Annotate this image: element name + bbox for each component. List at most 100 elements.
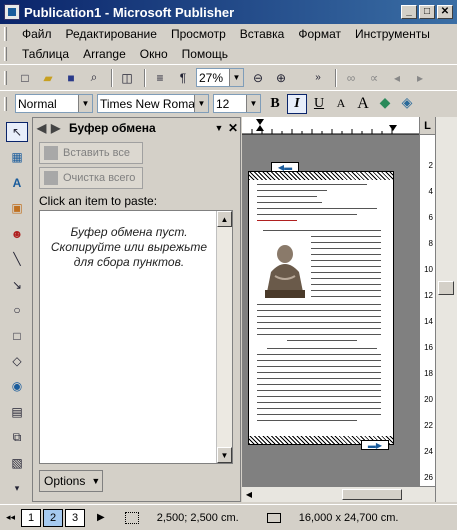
- scroll-thumb[interactable]: [342, 489, 402, 500]
- next-frame-icon[interactable]: ▸: [410, 68, 430, 88]
- zoom-out-icon[interactable]: ⊖: [248, 68, 268, 88]
- scroll-up-icon[interactable]: ▲: [217, 211, 232, 227]
- menu-file[interactable]: Файл: [15, 27, 59, 41]
- form-control-icon[interactable]: ▤: [6, 402, 28, 421]
- chevron-down-icon[interactable]: ▼: [229, 69, 243, 86]
- table-icon[interactable]: ▦: [6, 148, 28, 167]
- back-arrow-icon[interactable]: ◀: [37, 121, 51, 135]
- close-button[interactable]: ✕: [437, 5, 453, 19]
- link-icon[interactable]: ∞: [341, 68, 361, 88]
- position-icon: [124, 511, 139, 524]
- tab-stop-selector[interactable]: L: [419, 117, 435, 135]
- chevron-down-icon[interactable]: ▼: [194, 95, 208, 112]
- menu-insert[interactable]: Вставка: [233, 27, 292, 41]
- ruler-number: 24: [424, 447, 433, 456]
- page-text-block[interactable]: [257, 184, 382, 432]
- save-icon[interactable]: ■: [61, 68, 81, 88]
- menu-tools[interactable]: Инструменты: [348, 27, 437, 41]
- pilcrow-icon[interactable]: ¶: [173, 68, 193, 88]
- window-title: Publication1 - Microsoft Publisher: [24, 4, 235, 20]
- new-document-icon[interactable]: □: [15, 68, 35, 88]
- buddha-statue-image[interactable]: [261, 242, 309, 302]
- page-tab-1[interactable]: 1: [21, 508, 42, 527]
- zoom-combo[interactable]: 27% ▼: [196, 68, 244, 87]
- publication-page[interactable]: ◀▬ ▬▶: [248, 162, 394, 450]
- toolbar-grip[interactable]: [4, 96, 7, 111]
- toolbar-grip[interactable]: [4, 47, 7, 61]
- grow-font-icon[interactable]: A: [353, 94, 373, 114]
- html-fragment-icon[interactable]: ⧉: [6, 428, 28, 447]
- horizontal-ruler[interactable]: [242, 117, 435, 135]
- open-folder-icon[interactable]: ▰: [38, 68, 58, 88]
- ruler-number: 12: [424, 291, 433, 300]
- menu-view[interactable]: Просмотр: [164, 27, 233, 41]
- unlink-icon[interactable]: ∝: [364, 68, 384, 88]
- autoshapes-icon[interactable]: ◇: [6, 351, 28, 370]
- scroll-down-icon[interactable]: ▼: [217, 447, 232, 463]
- clear-all-button[interactable]: Очистка всего: [39, 167, 143, 189]
- toolbar-grip[interactable]: [4, 27, 7, 41]
- next-page-icon[interactable]: ▶: [97, 512, 105, 523]
- oval-icon[interactable]: ○: [6, 300, 28, 319]
- options-button[interactable]: Options ▼: [39, 470, 103, 492]
- toolbar-grip[interactable]: [4, 70, 7, 85]
- design-gallery-icon[interactable]: ▧: [6, 453, 28, 472]
- chevron-down-icon[interactable]: ▼: [78, 95, 92, 112]
- line-color-icon[interactable]: ◈: [397, 94, 417, 114]
- forward-arrow-icon[interactable]: ▶: [51, 121, 65, 135]
- bold-button[interactable]: B: [265, 94, 285, 114]
- italic-button[interactable]: I: [287, 93, 307, 114]
- next-page-arrow-icon[interactable]: ▬▶: [361, 440, 389, 450]
- list-scrollbar[interactable]: ▲ ▼: [216, 211, 232, 463]
- wordart-icon[interactable]: A: [6, 173, 28, 192]
- arrow-icon[interactable]: ↘: [6, 275, 28, 294]
- rectangle-icon[interactable]: □: [6, 326, 28, 345]
- menu-arrange[interactable]: Arrange: [76, 47, 133, 61]
- toolbar-overflow-icon[interactable]: ▾: [6, 479, 28, 498]
- vertical-ruler[interactable]: 2 4 6 8 10 12 14 16 18 20 22 24 26: [419, 135, 435, 502]
- columns-icon[interactable]: ≡: [150, 68, 170, 88]
- toolbar-overflow-icon[interactable]: »: [308, 68, 328, 88]
- ruler-number: 22: [424, 421, 433, 430]
- line-icon[interactable]: ╲: [6, 249, 28, 268]
- menu-format[interactable]: Формат: [291, 27, 348, 41]
- page-tab-3[interactable]: 3: [65, 508, 86, 527]
- main-vertical-scrollbar[interactable]: [435, 117, 457, 502]
- previous-frame-icon[interactable]: ◂: [387, 68, 407, 88]
- zoom-in-icon[interactable]: ⊕: [271, 68, 291, 88]
- publisher-app-icon[interactable]: [4, 4, 20, 20]
- chevron-down-icon[interactable]: ▼: [212, 123, 226, 133]
- main-horizontal-scrollbar[interactable]: ◀: [242, 486, 435, 502]
- print-preview-icon[interactable]: ◫: [117, 68, 137, 88]
- scroll-left-icon[interactable]: ◀: [242, 487, 256, 501]
- menu-table[interactable]: Таблица: [15, 47, 76, 61]
- chevron-down-icon[interactable]: ▼: [246, 95, 260, 112]
- scroll-thumb[interactable]: [438, 281, 454, 295]
- fill-color-icon[interactable]: ◆: [375, 94, 395, 114]
- page-tab-2[interactable]: 2: [43, 508, 64, 527]
- publication-canvas[interactable]: L 2 4 6 8 10 12 14 16 18 20 22 24 26 ◀▬: [242, 117, 435, 502]
- menu-bar: Файл Редактирование Просмотр Вставка Фор…: [0, 24, 457, 64]
- menu-edit[interactable]: Редактирование: [59, 27, 164, 41]
- close-icon[interactable]: ✕: [226, 121, 240, 135]
- style-combo[interactable]: Normal ▼: [15, 94, 93, 113]
- font-combo[interactable]: Times New Roman ▼: [97, 94, 209, 113]
- clipboard-items-list[interactable]: Буфер обмена пуст. Скопируйте или вырежь…: [39, 210, 233, 464]
- clip-art-icon[interactable]: ☻: [6, 224, 28, 243]
- shrink-font-icon[interactable]: A: [331, 94, 351, 114]
- paste-all-button[interactable]: Вставить все: [39, 142, 143, 164]
- picture-icon[interactable]: ▣: [6, 198, 28, 217]
- menu-window[interactable]: Окно: [133, 47, 175, 61]
- font-size-combo[interactable]: 12 ▼: [213, 94, 261, 113]
- underline-button[interactable]: U: [309, 94, 329, 114]
- menu-help[interactable]: Помощь: [175, 47, 235, 61]
- previous-page-arrow-icon[interactable]: ◀▬: [271, 162, 299, 172]
- maximize-button[interactable]: □: [419, 5, 435, 19]
- pointer-icon[interactable]: ↖: [6, 122, 28, 142]
- search-files-icon[interactable]: ⌕: [84, 68, 104, 88]
- object-position: 2,500; 2,500 cm.: [156, 511, 239, 524]
- hotspot-icon[interactable]: ◉: [6, 377, 28, 396]
- ruler-number: 18: [424, 369, 433, 378]
- title-bar: Publication1 - Microsoft Publisher _ □ ✕: [0, 0, 457, 24]
- minimize-button[interactable]: _: [401, 5, 417, 19]
